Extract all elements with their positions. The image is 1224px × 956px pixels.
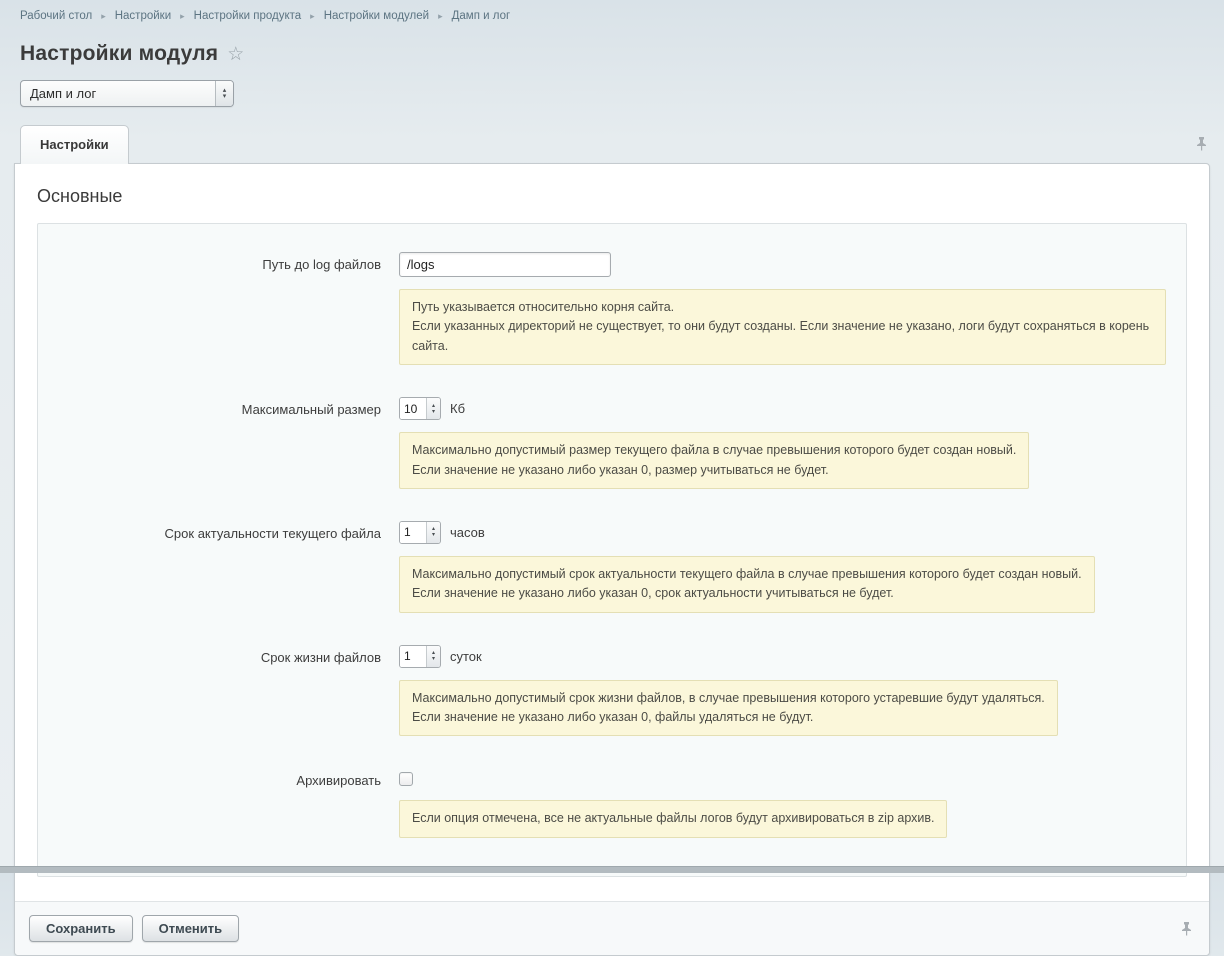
hint-box: Если опция отмечена, все не актуальные ф… — [399, 800, 947, 837]
stepper-arrows-icon[interactable]: ▴▾ — [426, 398, 440, 419]
module-select-value: Дамп и лог — [21, 86, 215, 101]
module-select[interactable]: Дамп и лог ▴▾ — [20, 80, 234, 107]
form-footer: Сохранить Отменить — [15, 901, 1209, 955]
stepper-arrows-icon[interactable]: ▴▾ — [426, 522, 440, 543]
stepper-arrows-icon[interactable]: ▴▾ — [426, 646, 440, 667]
files-lifetime-label: Срок жизни файлов — [38, 645, 390, 665]
hint-box: Максимально допустимый срок актуальности… — [399, 556, 1095, 613]
actual-hours-input[interactable] — [400, 522, 426, 543]
breadcrumb-link-desktop[interactable]: Рабочий стол — [20, 10, 92, 22]
cancel-button[interactable]: Отменить — [142, 915, 240, 942]
favorite-star-icon[interactable]: ☆ — [227, 45, 244, 64]
max-size-label: Максимальный размер — [38, 397, 390, 417]
pin-icon[interactable] — [1178, 919, 1195, 938]
field-group-actual-hours: Срок актуальности текущего файла ▴▾ часо… — [38, 521, 1166, 613]
archive-checkbox[interactable] — [399, 772, 413, 786]
breadcrumb-separator-icon: ▸ — [180, 12, 185, 21]
section-title: Основные — [37, 186, 1187, 207]
breadcrumb: Рабочий стол ▸ Настройки ▸ Настройки про… — [0, 0, 1224, 28]
breadcrumb-separator-icon: ▸ — [310, 12, 315, 21]
hint-box: Путь указывается относительно корня сайт… — [399, 289, 1166, 365]
log-path-input[interactable] — [399, 252, 611, 277]
breadcrumb-separator-icon: ▸ — [101, 12, 106, 21]
save-button[interactable]: Сохранить — [29, 915, 133, 942]
page-title: Настройки модуля — [20, 42, 218, 66]
tab-settings[interactable]: Настройки — [20, 125, 129, 164]
actual-hours-unit: часов — [450, 525, 485, 540]
breadcrumb-link-product-settings[interactable]: Настройки продукта — [194, 10, 302, 22]
breadcrumb-link-dump-log[interactable]: Дамп и лог — [452, 10, 511, 22]
tabs-row: Настройки — [14, 125, 1210, 163]
settings-form: Путь до log файлов Путь указывается отно… — [37, 223, 1187, 877]
max-size-input[interactable] — [400, 398, 426, 419]
pin-icon-svg — [1195, 136, 1208, 151]
archive-label: Архивировать — [38, 768, 390, 788]
field-group-log-path: Путь до log файлов Путь указывается отно… — [38, 252, 1166, 365]
max-size-stepper[interactable]: ▴▾ — [399, 397, 441, 420]
breadcrumb-separator-icon: ▸ — [438, 12, 443, 21]
breadcrumb-link-module-settings[interactable]: Настройки модулей — [324, 10, 429, 22]
field-group-files-lifetime: Срок жизни файлов ▴▾ суток Максимально д… — [38, 645, 1166, 737]
field-group-max-size: Максимальный размер ▴▾ Кб Максимально до… — [38, 397, 1166, 489]
hint-box: Максимально допустимый размер текущего ф… — [399, 432, 1029, 489]
pin-icon[interactable] — [1193, 134, 1210, 153]
breadcrumb-link-settings[interactable]: Настройки — [115, 10, 171, 22]
files-lifetime-stepper[interactable]: ▴▾ — [399, 645, 441, 668]
hint-box: Максимально допустимый срок жизни файлов… — [399, 680, 1058, 737]
field-group-archive: Архивировать Если опция отмечена, все не… — [38, 768, 1166, 837]
page-bottom-edge — [0, 866, 1224, 873]
log-path-label: Путь до log файлов — [38, 252, 390, 272]
files-lifetime-unit: суток — [450, 649, 482, 664]
settings-panel: Основные Путь до log файлов Путь указыва… — [14, 163, 1210, 956]
actual-hours-label: Срок актуальности текущего файла — [38, 521, 390, 541]
title-row: Настройки модуля ☆ — [20, 42, 1224, 66]
files-lifetime-input[interactable] — [400, 646, 426, 667]
select-arrows-icon: ▴▾ — [215, 81, 233, 106]
pin-icon-svg — [1180, 921, 1193, 936]
actual-hours-stepper[interactable]: ▴▾ — [399, 521, 441, 544]
max-size-unit: Кб — [450, 401, 465, 416]
